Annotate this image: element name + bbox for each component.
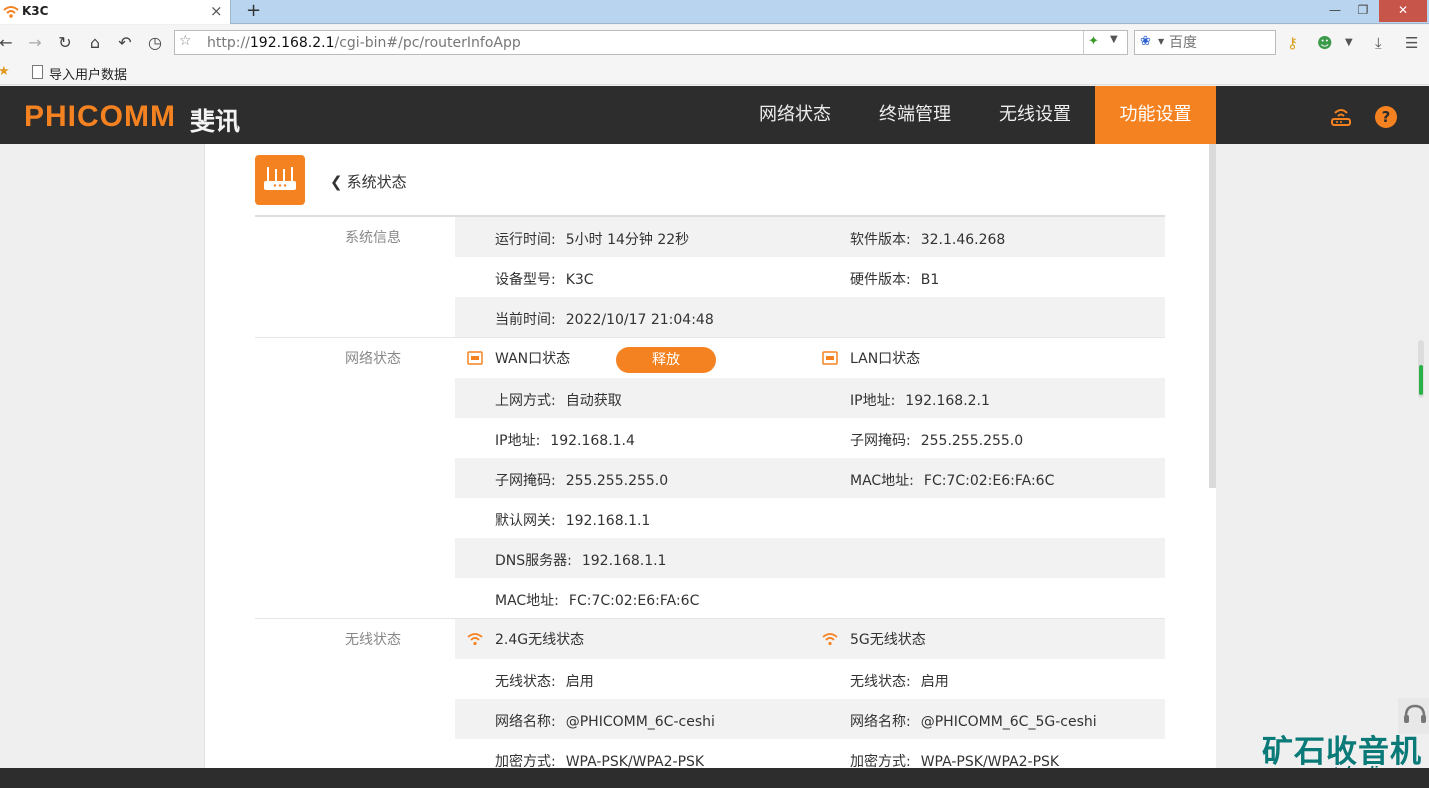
wifi-24g-title: 2.4G无线状态 bbox=[495, 632, 585, 648]
refresh-icon[interactable]: ↻ bbox=[55, 33, 75, 53]
side-scroll-thumb[interactable] bbox=[1419, 365, 1423, 395]
wifi-24g-encryption-value: WPA-PSK/WPA2-PSK bbox=[565, 754, 705, 768]
wifi-5g-encryption-value: WPA-PSK/WPA2-PSK bbox=[920, 754, 1060, 768]
tab-close-icon[interactable]: × bbox=[210, 2, 223, 20]
help-icon[interactable]: ? bbox=[1375, 106, 1397, 128]
wan-mode-value: 自动获取 bbox=[565, 393, 622, 409]
baidu-paw-icon: ❀ bbox=[1140, 34, 1151, 49]
info-row: MAC地址: FC:7C:02:E6:FA:6C bbox=[495, 593, 700, 609]
wifi-5g-title: 5G无线状态 bbox=[850, 632, 926, 648]
browser-tab[interactable]: K3C × bbox=[0, 0, 231, 24]
brand-logo[interactable]: PHICOMM bbox=[24, 100, 176, 134]
search-engine-dropdown-icon[interactable]: ▼ bbox=[1158, 37, 1164, 46]
home-icon[interactable]: ⌂ bbox=[85, 33, 105, 53]
model-value: K3C bbox=[565, 272, 594, 288]
wan-ip-value: 192.168.1.4 bbox=[550, 433, 635, 449]
info-row: 网络名称: @PHICOMM_6C-ceshi 网络名称: @PHICOMM_6C_… bbox=[455, 699, 1165, 739]
info-row: 上网方式: 自动获取 IP地址: 192.168.2.1 bbox=[455, 378, 1165, 418]
bookmark-star-icon[interactable]: ☆ bbox=[179, 33, 192, 49]
history-clock-icon[interactable]: ◷ bbox=[145, 33, 165, 53]
download-icon[interactable]: ⤓ bbox=[1375, 34, 1382, 52]
user-dropdown-icon[interactable]: ▼ bbox=[1345, 37, 1353, 48]
forward-arrow-icon[interactable]: → bbox=[25, 33, 45, 53]
wifi-24g-state-value: 启用 bbox=[565, 674, 594, 690]
router-status-icon[interactable] bbox=[1329, 104, 1353, 128]
back-arrow-icon[interactable]: ← bbox=[0, 33, 16, 53]
subheader-row: 2.4G无线状态 5G无线状态 bbox=[455, 619, 1165, 659]
info-row: 运行时间: 5小时 14分钟 22秒 软件版本: 32.1.46.268 bbox=[455, 217, 1165, 257]
current-time-value: 2022/10/17 21:04:48 bbox=[565, 312, 714, 328]
uptime-value: 5小时 14分钟 22秒 bbox=[565, 232, 690, 248]
router-header: PHICOMM 斐讯 网络状态 终端管理 无线设置 功能设置 ? bbox=[0, 86, 1429, 144]
key-icon[interactable]: ⚷ bbox=[1287, 34, 1298, 52]
search-input[interactable] bbox=[1169, 33, 1269, 52]
dns-value: 192.168.1.1 bbox=[581, 553, 667, 569]
lan-ip-value: 192.168.2.1 bbox=[905, 393, 990, 409]
wan-mask-value: 255.255.255.0 bbox=[565, 473, 669, 489]
bottom-bar bbox=[0, 768, 1429, 788]
new-tab-button[interactable]: + bbox=[246, 0, 261, 21]
info-row: 无线状态: 启用 无线状态: 启用 bbox=[495, 674, 949, 690]
nav-device-management[interactable]: 终端管理 bbox=[859, 86, 971, 144]
hardware-version-value: B1 bbox=[920, 272, 940, 288]
restore-icon[interactable]: ❐ bbox=[1349, 0, 1377, 22]
info-row: DNS服务器: 192.168.1.1 bbox=[455, 538, 1165, 578]
back-link-label: 系统状态 bbox=[346, 173, 407, 191]
info-row: 默认网关: 192.168.1.1 bbox=[495, 513, 651, 529]
wan-mac-value: FC:7C:02:E6:FA:6C bbox=[568, 593, 700, 609]
chevron-left-icon: ❮ bbox=[330, 173, 343, 191]
lan-mask-value: 255.255.255.0 bbox=[920, 433, 1024, 449]
favorites-star-icon[interactable]: ★ bbox=[0, 64, 10, 79]
section-label-wireless: 无线状态 bbox=[345, 632, 401, 648]
user-icon[interactable]: ☻ bbox=[1317, 34, 1333, 52]
section-label-network: 网络状态 bbox=[345, 351, 401, 367]
undo-icon[interactable]: ↶ bbox=[115, 33, 135, 53]
info-row: 加密方式: WPA-PSK/WPA2-PSK 加密方式: WPA-PSK/WPA2-… bbox=[495, 754, 1060, 768]
address-dropdown-icon[interactable]: ▼ bbox=[1110, 34, 1118, 45]
nav-wireless-settings[interactable]: 无线设置 bbox=[979, 86, 1091, 144]
gateway-value: 192.168.1.1 bbox=[565, 513, 651, 529]
wan-port-icon bbox=[467, 351, 483, 365]
info-row: IP地址: 192.168.1.4 子网掩码: 255.255.255.0 bbox=[495, 433, 1024, 449]
wan-status-title: WAN口状态 bbox=[495, 351, 571, 367]
info-row: 当前时间: 2022/10/17 21:04:48 bbox=[455, 297, 1165, 337]
address-bar[interactable]: ☆ http://192.168.2.1/cgi-bin#/pc/routerI… bbox=[174, 30, 1128, 55]
wifi-5g-ssid-value: @PHICOMM_6C_5G-ceshi bbox=[920, 714, 1097, 730]
brand-logo-cn: 斐讯 bbox=[190, 107, 241, 136]
lan-status-title: LAN口状态 bbox=[850, 351, 921, 367]
release-button[interactable]: 释放 bbox=[616, 347, 716, 373]
router-icon bbox=[255, 155, 305, 205]
section-label-system: 系统信息 bbox=[345, 230, 401, 246]
nav-network-status[interactable]: 网络状态 bbox=[739, 86, 851, 144]
wifi-icon bbox=[822, 633, 838, 646]
url-text[interactable]: http://192.168.2.1/cgi-bin#/pc/routerInf… bbox=[207, 35, 521, 51]
tab-title: K3C bbox=[22, 4, 49, 18]
search-box[interactable]: ❀ ▼ bbox=[1134, 30, 1276, 55]
bookmark-import-link[interactable]: 导入用户数据 bbox=[49, 64, 127, 83]
panel-scrollbar[interactable] bbox=[1209, 144, 1216, 488]
lan-mac-value: FC:7C:02:E6:FA:6C bbox=[923, 473, 1055, 489]
bookmarks-bar: ★ 导入用户数据 bbox=[0, 60, 1429, 85]
minimize-icon[interactable]: — bbox=[1321, 0, 1349, 22]
nav-feature-settings[interactable]: 功能设置 bbox=[1095, 86, 1216, 144]
wifi-5g-state-value: 启用 bbox=[920, 674, 949, 690]
browser-toolbar: ← → ↻ ⌂ ↶ ◷ ☆ http://192.168.2.1/cgi-bin… bbox=[0, 25, 1429, 60]
window-close-icon[interactable]: ✕ bbox=[1379, 0, 1427, 22]
wifi-24g-ssid-value: @PHICOMM_6C-ceshi bbox=[565, 714, 715, 730]
wifi-favicon-icon bbox=[3, 6, 19, 18]
back-link[interactable]: ❮ 系统状态 bbox=[330, 171, 407, 192]
content-area: ❮ 系统状态 系统信息 运行时间: 5小时 14分钟 22秒 软件版本: 32.1.4… bbox=[0, 144, 1429, 768]
software-version-value: 32.1.46.268 bbox=[920, 232, 1006, 248]
extension-pin-icon[interactable]: ✦ bbox=[1088, 34, 1099, 49]
page-icon bbox=[32, 65, 43, 79]
info-row: 子网掩码: 255.255.255.0 MAC地址: FC:7C:02:E6:FA:… bbox=[455, 458, 1165, 498]
browser-tab-strip: K3C × + — ❐ ✕ bbox=[0, 0, 1429, 24]
info-row: 设备型号: K3C 硬件版本: B1 bbox=[495, 272, 940, 288]
subheader-row: WAN口状态 释放 LAN口状态 bbox=[455, 338, 1165, 378]
menu-icon[interactable]: ☰ bbox=[1405, 34, 1418, 52]
lan-port-icon bbox=[822, 351, 838, 365]
wifi-icon bbox=[467, 633, 483, 646]
